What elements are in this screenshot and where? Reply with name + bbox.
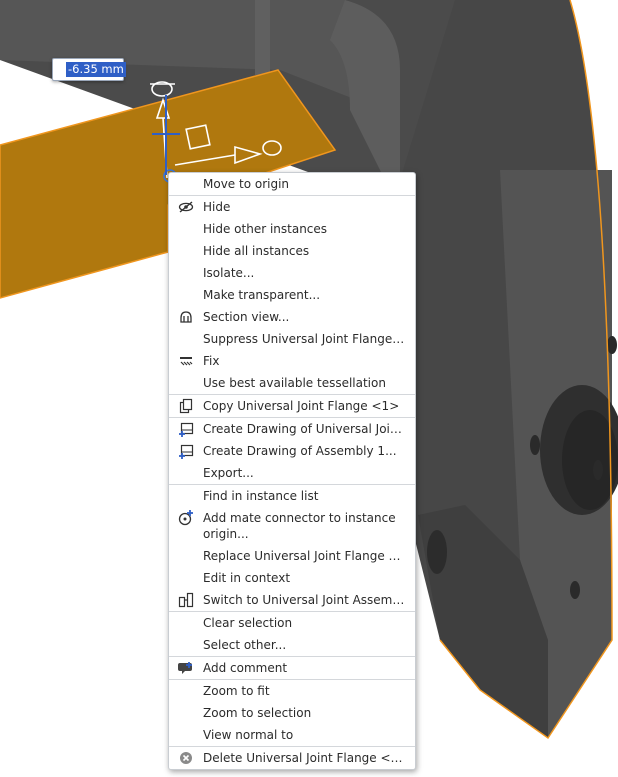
menu-item-label: Delete Universal Joint Flange <1> <box>203 751 407 765</box>
context-menu: Move to origin Hide Hide other instances Hi… <box>168 172 416 770</box>
menu-item-export[interactable]: Export... <box>169 462 415 484</box>
menu-item-label: Zoom to selection <box>203 706 312 720</box>
menu-item-label: Suppress Universal Joint Flange <1> <box>203 332 407 346</box>
menu-item-use-best-available-tessellation[interactable]: Use best available tessellation <box>169 372 415 394</box>
menu-item-label: Add comment <box>203 661 288 675</box>
menu-item-label: Clear selection <box>203 616 293 630</box>
menu-item-label: Find in instance list <box>203 489 319 503</box>
menu-item-suppress-universal-joint-flange-1[interactable]: Suppress Universal Joint Flange <1> <box>169 328 415 350</box>
menu-item-label: Make transparent... <box>203 288 321 302</box>
menu-item-label: Use best available tessellation <box>203 376 386 390</box>
menu-item-clear-selection[interactable]: Clear selection <box>169 612 415 634</box>
menu-item-label: View normal to <box>203 728 294 742</box>
comment-icon <box>178 660 194 676</box>
menu-item-label: Replace Universal Joint Flange <1>... <box>203 549 407 563</box>
menu-item-create-drawing-of-universal-joint-fl[interactable]: Create Drawing of Universal Joint Fl... <box>169 418 415 440</box>
small-hole-2 <box>593 460 603 480</box>
switch-assembly-icon <box>178 592 194 608</box>
menu-item-find-in-instance-list[interactable]: Find in instance list <box>169 485 415 507</box>
menu-item-fix[interactable]: Fix <box>169 350 415 372</box>
menu-item-label: Isolate... <box>203 266 255 280</box>
menu-item-view-normal-to[interactable]: View normal to <box>169 724 415 746</box>
model-bevel <box>255 0 270 80</box>
menu-item-delete-universal-joint-flange-1[interactable]: Delete Universal Joint Flange <1> <box>169 747 415 769</box>
menu-item-select-other[interactable]: Select other... <box>169 634 415 656</box>
menu-item-label: Create Drawing of Assembly 1... <box>203 444 397 458</box>
create-drawing-icon <box>178 421 194 437</box>
menu-item-add-comment[interactable]: Add comment <box>169 657 415 679</box>
menu-item-edit-in-context[interactable]: Edit in context <box>169 567 415 589</box>
side-hole <box>427 530 447 574</box>
menu-item-label: Switch to Universal Joint Assembly <box>203 593 407 607</box>
menu-item-label: Hide other instances <box>203 222 328 236</box>
menu-item-label: Export... <box>203 466 254 480</box>
menu-item-label: Hide all instances <box>203 244 310 258</box>
menu-item-label: Zoom to fit <box>203 684 270 698</box>
menu-item-label: Select other... <box>203 638 287 652</box>
hide-eye-icon <box>178 199 194 215</box>
menu-item-hide[interactable]: Hide <box>169 196 415 218</box>
menu-item-move-to-origin[interactable]: Move to origin <box>169 173 415 195</box>
section-view-icon <box>178 309 194 325</box>
menu-item-label: Edit in context <box>203 571 291 585</box>
menu-item-copy-universal-joint-flange-1[interactable]: Copy Universal Joint Flange <1> <box>169 395 415 417</box>
menu-item-add-mate-connector-to-instance-origin[interactable]: Add mate connector to instance origin... <box>169 507 415 545</box>
small-hole-4 <box>607 336 617 354</box>
menu-item-section-view[interactable]: Section view... <box>169 306 415 328</box>
menu-item-hide-all-instances[interactable]: Hide all instances <box>169 240 415 262</box>
delete-icon <box>178 750 194 766</box>
menu-item-replace-universal-joint-flange-1[interactable]: Replace Universal Joint Flange <1>... <box>169 545 415 567</box>
mate-connector-icon <box>178 510 194 526</box>
menu-item-label: Copy Universal Joint Flange <1> <box>203 399 400 413</box>
dimension-value[interactable]: -6.35 mm <box>66 62 126 77</box>
menu-item-label: Fix <box>203 354 220 368</box>
menu-item-make-transparent[interactable]: Make transparent... <box>169 284 415 306</box>
menu-item-hide-other-instances[interactable]: Hide other instances <box>169 218 415 240</box>
menu-item-label: Hide <box>203 200 231 214</box>
menu-item-label: Section view... <box>203 310 290 324</box>
small-hole-1 <box>530 435 540 455</box>
small-hole-3 <box>570 581 580 599</box>
copy-icon <box>178 398 194 414</box>
menu-item-switch-to-universal-joint-assembly[interactable]: Switch to Universal Joint Assembly <box>169 589 415 611</box>
dimension-input[interactable]: -6.35 mm <box>52 58 126 81</box>
menu-item-zoom-to-selection[interactable]: Zoom to selection <box>169 702 415 724</box>
fix-icon <box>178 353 194 369</box>
menu-item-label: Add mate connector to instance origin... <box>203 511 396 541</box>
menu-item-zoom-to-fit[interactable]: Zoom to fit <box>169 680 415 702</box>
menu-item-isolate[interactable]: Isolate... <box>169 262 415 284</box>
menu-item-label: Create Drawing of Universal Joint Fl... <box>203 422 407 436</box>
create-drawing-icon <box>178 443 194 459</box>
menu-item-create-drawing-of-assembly-1[interactable]: Create Drawing of Assembly 1... <box>169 440 415 462</box>
menu-item-label: Move to origin <box>203 177 290 191</box>
